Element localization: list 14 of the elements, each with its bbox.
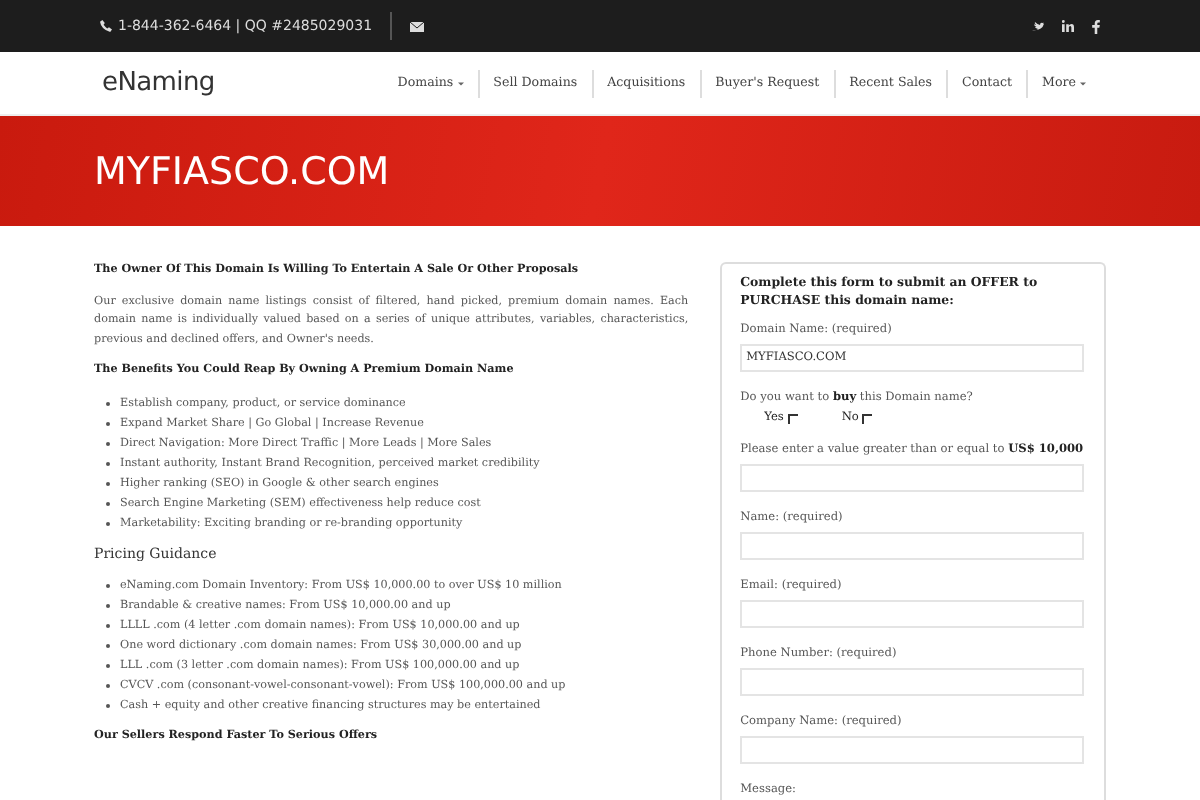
f-letter-icon[interactable] — [1092, 19, 1100, 33]
input-field[interactable] — [740, 532, 1085, 560]
envelope-icon[interactable] — [410, 21, 425, 31]
phone-icon — [100, 20, 112, 32]
input-field[interactable] — [740, 668, 1085, 696]
checkbox[interactable] — [862, 413, 873, 423]
in-letters-icon[interactable] — [1062, 20, 1074, 32]
logo[interactable]: eNaming — [102, 68, 215, 98]
checkbox[interactable] — [787, 413, 798, 423]
page-title: MYFIASCO.COM — [94, 149, 390, 193]
input-field[interactable] — [740, 736, 1085, 764]
input-field[interactable] — [740, 464, 1085, 492]
input-field[interactable] — [740, 600, 1085, 628]
bird-icon[interactable] — [1032, 21, 1044, 31]
